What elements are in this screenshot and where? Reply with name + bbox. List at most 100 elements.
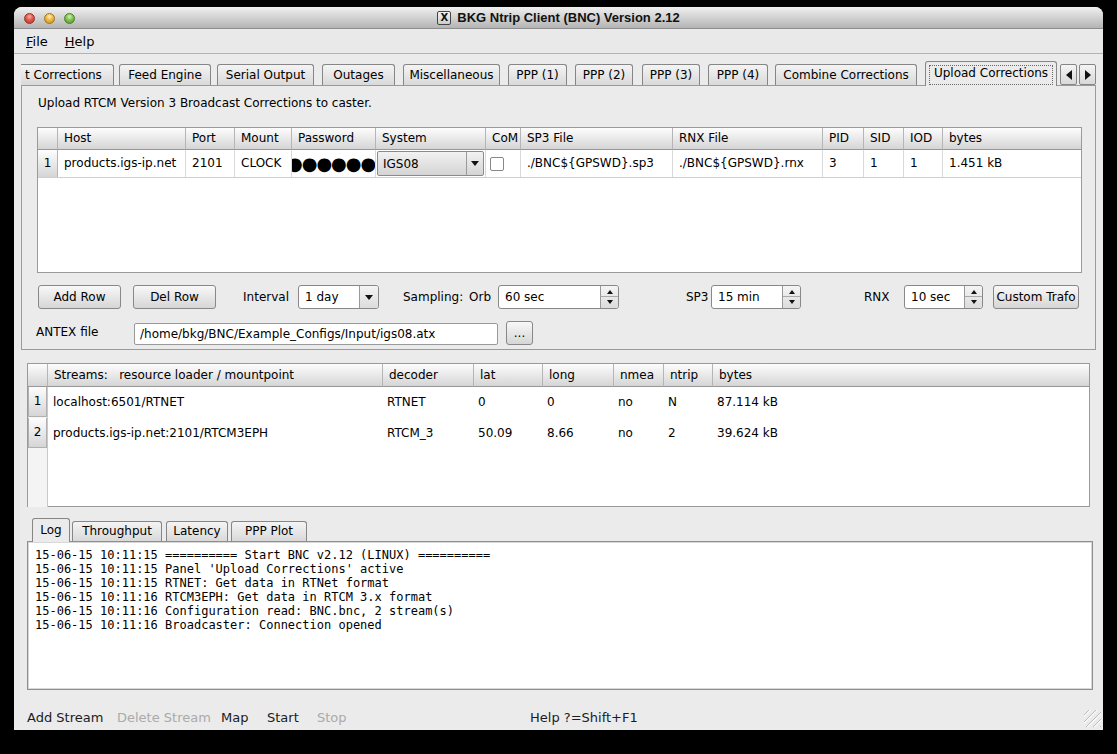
tab-serial-output[interactable]: Serial Output bbox=[217, 64, 314, 85]
col-decoder[interactable]: decoder bbox=[383, 364, 474, 387]
tab-scroll-left-button[interactable] bbox=[1060, 64, 1077, 85]
tab-scroll-right-button[interactable] bbox=[1079, 64, 1096, 85]
col-password[interactable]: Password bbox=[292, 128, 376, 150]
start-button[interactable]: Start bbox=[267, 707, 299, 729]
add-stream-button[interactable]: Add Stream bbox=[27, 707, 103, 729]
tab-outages[interactable]: Outages bbox=[322, 64, 395, 85]
stop-button: Stop bbox=[317, 707, 347, 729]
spinner-buttons[interactable] bbox=[782, 286, 800, 308]
tab-ppp-4[interactable]: PPP (4) bbox=[708, 64, 768, 85]
tab-ppp-1[interactable]: PPP (1) bbox=[508, 64, 567, 85]
tab-log[interactable]: Log bbox=[32, 518, 70, 542]
streams-table-header: Streams: resource loader / mountpoint de… bbox=[28, 364, 1089, 387]
spinner-buttons[interactable] bbox=[964, 286, 982, 308]
cell-mount[interactable]: CLOCK bbox=[235, 150, 292, 177]
tab-ppp-3[interactable]: PPP (3) bbox=[642, 64, 700, 85]
streams-table: Streams: resource loader / mountpoint de… bbox=[27, 363, 1090, 507]
antex-file-input[interactable]: /home/bkg/BNC/Example_Configs/Input/igs0… bbox=[134, 323, 498, 345]
col-port[interactable]: Port bbox=[186, 128, 235, 150]
antex-label: ANTEX file bbox=[36, 320, 98, 344]
row-number[interactable]: 2 bbox=[28, 418, 47, 448]
tab-broadcast-corrections[interactable]: t Corrections bbox=[21, 64, 114, 85]
minimize-button[interactable] bbox=[44, 13, 55, 24]
cell-iod[interactable]: 1 bbox=[904, 150, 943, 177]
tab-miscellaneous[interactable]: Miscellaneous bbox=[403, 64, 500, 85]
upload-table: Host Port Mount Password System CoM SP3 … bbox=[37, 127, 1082, 273]
main-tab-bar: t Corrections Feed Engine Serial Output … bbox=[21, 61, 1096, 86]
tab-ppp-plot[interactable]: PPP Plot bbox=[231, 521, 307, 541]
cell-port[interactable]: 2101 bbox=[186, 150, 235, 177]
spinner-buttons[interactable] bbox=[600, 286, 618, 308]
col-sp3-file[interactable]: SP3 File bbox=[521, 128, 673, 150]
down-arrow-icon bbox=[971, 300, 977, 307]
tab-throughput[interactable]: Throughput bbox=[72, 521, 162, 541]
col-system[interactable]: System bbox=[376, 128, 486, 150]
tab-ppp-2[interactable]: PPP (2) bbox=[575, 64, 633, 85]
orb-spinbox[interactable]: 60 sec bbox=[498, 285, 619, 309]
col-pid[interactable]: PID bbox=[823, 128, 864, 150]
title-bar[interactable]: X BKG Ntrip Client (BNC) Version 2.12 bbox=[14, 7, 1103, 29]
up-arrow-icon bbox=[607, 287, 613, 294]
delete-stream-button: Delete Stream bbox=[117, 707, 211, 729]
row-number-column: 1 2 bbox=[28, 387, 48, 507]
panel-caption: Upload RTCM Version 3 Broadcast Correcti… bbox=[38, 96, 372, 110]
chevron-down-icon bbox=[365, 295, 373, 304]
stream-row[interactable]: localhost:6501/RTNET RTNET 0 0 no N 87.1… bbox=[49, 387, 778, 418]
sampling-label: Sampling: bbox=[403, 285, 463, 309]
col-sid[interactable]: SID bbox=[864, 128, 904, 150]
upload-corrections-panel: Upload RTCM Version 3 Broadcast Correcti… bbox=[21, 85, 1096, 350]
custom-trafo-button[interactable]: Custom Trafo bbox=[993, 285, 1079, 309]
cell-pid[interactable]: 3 bbox=[823, 150, 864, 177]
cell-bytes[interactable]: 1.451 kB bbox=[943, 150, 1081, 177]
row-number[interactable]: 1 bbox=[38, 150, 58, 177]
resize-grip[interactable] bbox=[1084, 710, 1101, 727]
corner-header bbox=[38, 128, 58, 150]
col-host[interactable]: Host bbox=[58, 128, 186, 150]
col-mount[interactable]: Mount bbox=[235, 128, 292, 150]
antex-browse-button[interactable]: ... bbox=[506, 321, 533, 345]
tab-combine-corrections[interactable]: Combine Corrections bbox=[775, 64, 917, 85]
col-iod[interactable]: IOD bbox=[904, 128, 943, 150]
menu-file[interactable]: File bbox=[26, 34, 48, 49]
col-nmea[interactable]: nmea bbox=[614, 364, 664, 387]
window-title: BKG Ntrip Client (BNC) Version 2.12 bbox=[457, 10, 679, 25]
down-arrow-icon bbox=[607, 300, 613, 307]
down-arrow-icon bbox=[789, 300, 795, 307]
cell-rnx-file[interactable]: ./BNC${GPSWD}.rnx bbox=[673, 150, 823, 177]
sp3-spinbox[interactable]: 15 min bbox=[711, 285, 801, 309]
rnx-spinbox[interactable]: 10 sec bbox=[904, 285, 983, 309]
cell-sp3-file[interactable]: ./BNC${GPSWD}.sp3 bbox=[521, 150, 673, 177]
right-arrow-icon bbox=[1085, 70, 1091, 80]
system-combobox[interactable]: IGS08 bbox=[377, 151, 484, 176]
col-streams[interactable]: Streams: resource loader / mountpoint bbox=[48, 364, 383, 387]
log-output[interactable]: 15-06-15 10:11:15 ========== Start BNC v… bbox=[27, 541, 1093, 690]
app-window: X BKG Ntrip Client (BNC) Version 2.12 Fi… bbox=[14, 7, 1103, 730]
com-checkbox[interactable] bbox=[490, 157, 504, 171]
stream-row[interactable]: products.igs-ip.net:2101/RTCM3EPH RTCM_3… bbox=[49, 418, 778, 449]
tab-latency[interactable]: Latency bbox=[166, 521, 228, 541]
col-com[interactable]: CoM bbox=[486, 128, 521, 150]
row-number[interactable]: 1 bbox=[28, 387, 47, 417]
menu-help[interactable]: Help bbox=[65, 34, 95, 49]
close-button[interactable] bbox=[24, 13, 35, 24]
rnx-label: RNX bbox=[864, 285, 890, 309]
cell-password[interactable]: ●●●●●●●● bbox=[292, 150, 376, 177]
zoom-button[interactable] bbox=[64, 13, 75, 24]
cell-sid[interactable]: 1 bbox=[864, 150, 904, 177]
col-bytes[interactable]: bytes bbox=[943, 128, 1081, 150]
col-lat[interactable]: lat bbox=[474, 364, 543, 387]
corner-header bbox=[28, 364, 48, 387]
help-shortcut-label: Help ?=Shift+F1 bbox=[530, 707, 638, 729]
tab-feed-engine[interactable]: Feed Engine bbox=[119, 64, 211, 85]
col-long[interactable]: long bbox=[543, 364, 614, 387]
map-button[interactable]: Map bbox=[221, 707, 248, 729]
up-arrow-icon bbox=[789, 287, 795, 294]
tab-upload-corrections[interactable]: Upload Corrections bbox=[925, 61, 1057, 86]
log-lines: 15-06-15 10:11:15 ========== Start BNC v… bbox=[35, 548, 490, 632]
cell-host[interactable]: products.igs-ip.net bbox=[58, 150, 186, 177]
add-row-button[interactable]: Add Row bbox=[38, 285, 121, 309]
col-rnx-file[interactable]: RNX File bbox=[673, 128, 823, 150]
col-bytes[interactable]: bytes bbox=[713, 364, 1089, 387]
col-ntrip[interactable]: ntrip bbox=[664, 364, 713, 387]
interval-combobox[interactable]: 1 day bbox=[298, 285, 379, 309]
